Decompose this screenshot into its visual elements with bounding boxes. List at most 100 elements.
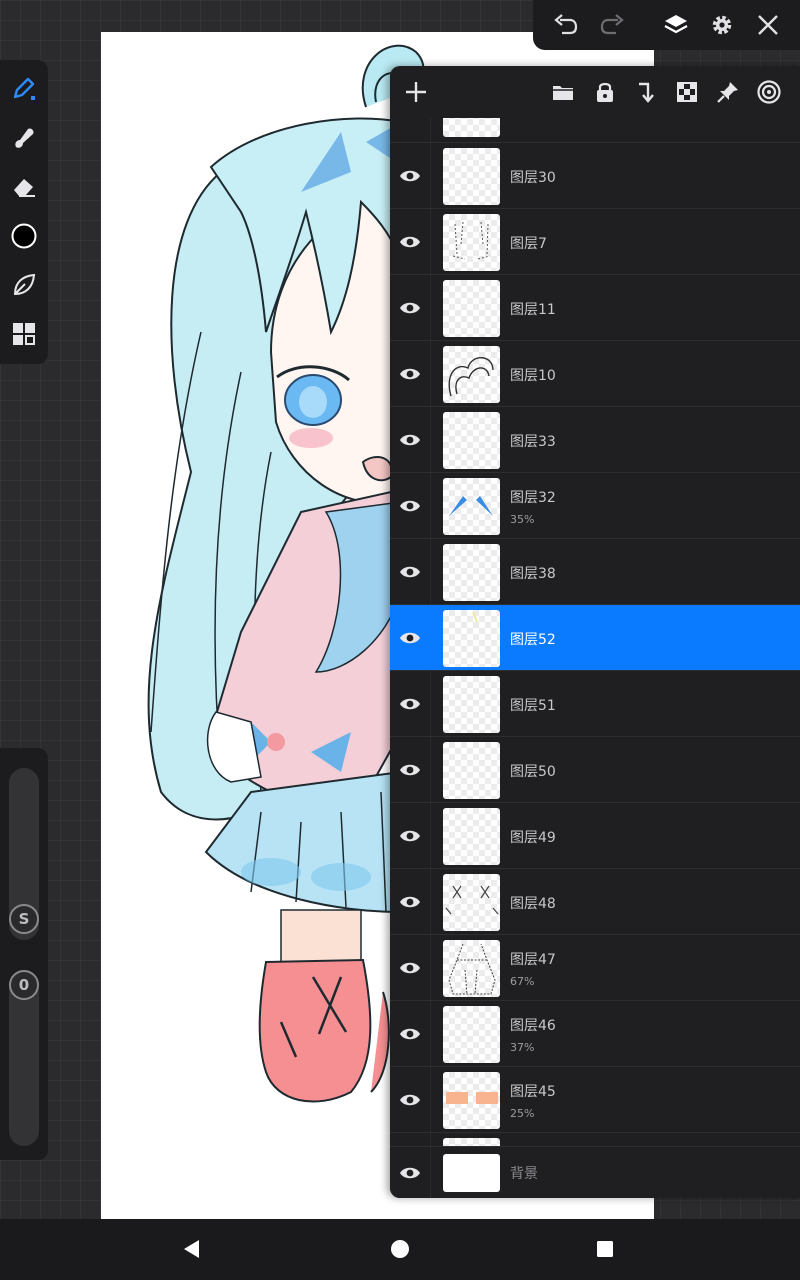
settings-button[interactable] xyxy=(702,5,742,45)
gallery-tool-button[interactable] xyxy=(4,314,44,354)
layer-thumbnail xyxy=(443,808,500,865)
visibility-toggle[interactable] xyxy=(390,935,430,1000)
visibility-toggle[interactable] xyxy=(390,671,430,736)
layer-name: 图层49 xyxy=(510,830,556,846)
layer-thumbnail xyxy=(443,346,500,403)
lock-button[interactable] xyxy=(585,72,625,112)
spiral-icon xyxy=(757,80,781,104)
size-slider-label: S xyxy=(18,910,30,928)
folder-icon xyxy=(553,86,573,100)
eye-icon xyxy=(400,896,420,907)
layer-row[interactable]: 图层10 xyxy=(390,340,800,406)
merge-down-button[interactable] xyxy=(626,72,666,112)
layer-thumbnail xyxy=(443,412,500,469)
layer-name: 图层30 xyxy=(510,170,556,186)
layer-row[interactable] xyxy=(390,118,800,142)
visibility-toggle[interactable] xyxy=(390,341,430,406)
visibility-toggle[interactable] xyxy=(390,473,430,538)
visibility-toggle[interactable] xyxy=(390,803,430,868)
redo-button[interactable] xyxy=(593,5,633,45)
visibility-toggle[interactable] xyxy=(390,143,430,208)
layer-row[interactable]: 图层33 xyxy=(390,406,800,472)
pin-button[interactable] xyxy=(708,72,748,112)
recents-button[interactable] xyxy=(585,1229,625,1269)
eye-icon xyxy=(400,434,420,445)
layer-thumbnail xyxy=(443,214,500,271)
eye-pupil xyxy=(299,386,327,418)
layer-thumbnail xyxy=(443,874,500,931)
home-button[interactable] xyxy=(380,1229,420,1269)
visibility-toggle[interactable] xyxy=(390,539,430,604)
layer-name: 图层7 xyxy=(510,236,547,252)
layer-opacity: 35% xyxy=(510,513,535,526)
layers-toolbar xyxy=(390,66,800,118)
eye-icon xyxy=(400,170,420,181)
layer-name: 图层51 xyxy=(510,698,556,714)
adjust-tool-button[interactable] xyxy=(4,265,44,305)
layer-row[interactable]: 图层30 xyxy=(390,142,800,208)
blush xyxy=(289,428,333,448)
folder-button[interactable] xyxy=(543,72,583,112)
close-button[interactable] xyxy=(748,5,788,45)
smudge-tool-button[interactable] xyxy=(4,118,44,158)
color-button[interactable] xyxy=(4,216,44,256)
visibility-toggle[interactable] xyxy=(390,1067,430,1132)
layer-row[interactable]: 图层7 xyxy=(390,208,800,274)
layers-icon xyxy=(664,15,688,34)
visibility-toggle[interactable] xyxy=(390,407,430,472)
visibility-toggle[interactable] xyxy=(390,209,430,274)
visibility-toggle[interactable] xyxy=(390,737,430,802)
background-layer-row[interactable]: 背景 xyxy=(390,1146,800,1198)
back-button[interactable] xyxy=(172,1229,212,1269)
eye-icon xyxy=(400,500,420,511)
left-sliders: S 0 xyxy=(0,748,48,1160)
layer-name: 图层11 xyxy=(510,302,556,318)
layer-row[interactable]: 图层32 35% xyxy=(390,472,800,538)
eye-icon xyxy=(400,1167,420,1178)
layer-thumbnail xyxy=(443,676,500,733)
layer-thumbnail xyxy=(443,280,500,337)
lock-icon xyxy=(597,82,613,102)
layer-row[interactable] xyxy=(390,1132,800,1146)
layer-list[interactable]: 图层30 图层7 图层11 图层10 图层33 图层32 35% 图层38 图层… xyxy=(390,118,800,1146)
layer-row[interactable]: 图层47 67% xyxy=(390,934,800,1000)
add-layer-button[interactable] xyxy=(396,72,436,112)
undo-button[interactable] xyxy=(545,5,585,45)
layer-row[interactable]: 图层50 xyxy=(390,736,800,802)
layer-thumbnail xyxy=(443,1006,500,1063)
layer-row[interactable]: 图层45 25% xyxy=(390,1066,800,1132)
layer-row[interactable]: 图层49 xyxy=(390,802,800,868)
home-icon xyxy=(391,1240,409,1258)
visibility-toggle[interactable] xyxy=(390,1001,430,1066)
layer-row[interactable]: 图层48 xyxy=(390,868,800,934)
visibility-toggle[interactable] xyxy=(390,605,430,670)
visibility-toggle[interactable] xyxy=(390,1147,430,1198)
eye-icon xyxy=(400,302,420,313)
skirt-shade-2 xyxy=(311,863,371,891)
eye-icon xyxy=(400,962,420,973)
brush-size-knob[interactable]: S xyxy=(9,904,39,934)
spiral-button[interactable] xyxy=(749,72,789,112)
checker-icon xyxy=(677,82,697,102)
visibility-toggle[interactable] xyxy=(390,275,430,340)
pencil-icon xyxy=(13,77,35,100)
layer-row[interactable]: 图层11 xyxy=(390,274,800,340)
layer-name: 图层50 xyxy=(510,764,556,780)
eye-icon xyxy=(400,632,420,643)
grid-icon xyxy=(13,323,35,345)
recents-icon xyxy=(597,1241,613,1257)
layer-name: 图层38 xyxy=(510,566,556,582)
layer-thumbnail xyxy=(443,742,500,799)
pin-icon xyxy=(717,82,738,103)
eraser-tool-button[interactable] xyxy=(4,167,44,207)
layers-button[interactable] xyxy=(656,5,696,45)
visibility-toggle[interactable] xyxy=(390,869,430,934)
alpha-lock-button[interactable] xyxy=(667,72,707,112)
layer-row[interactable]: 图层38 xyxy=(390,538,800,604)
brush-opacity-knob[interactable]: 0 xyxy=(9,970,39,1000)
leaf-icon xyxy=(13,273,36,296)
layer-row-selected[interactable]: 图层52 xyxy=(390,604,800,670)
layer-row[interactable]: 图层51 xyxy=(390,670,800,736)
brush-tool-button[interactable] xyxy=(4,69,44,109)
layer-row[interactable]: 图层46 37% xyxy=(390,1000,800,1066)
